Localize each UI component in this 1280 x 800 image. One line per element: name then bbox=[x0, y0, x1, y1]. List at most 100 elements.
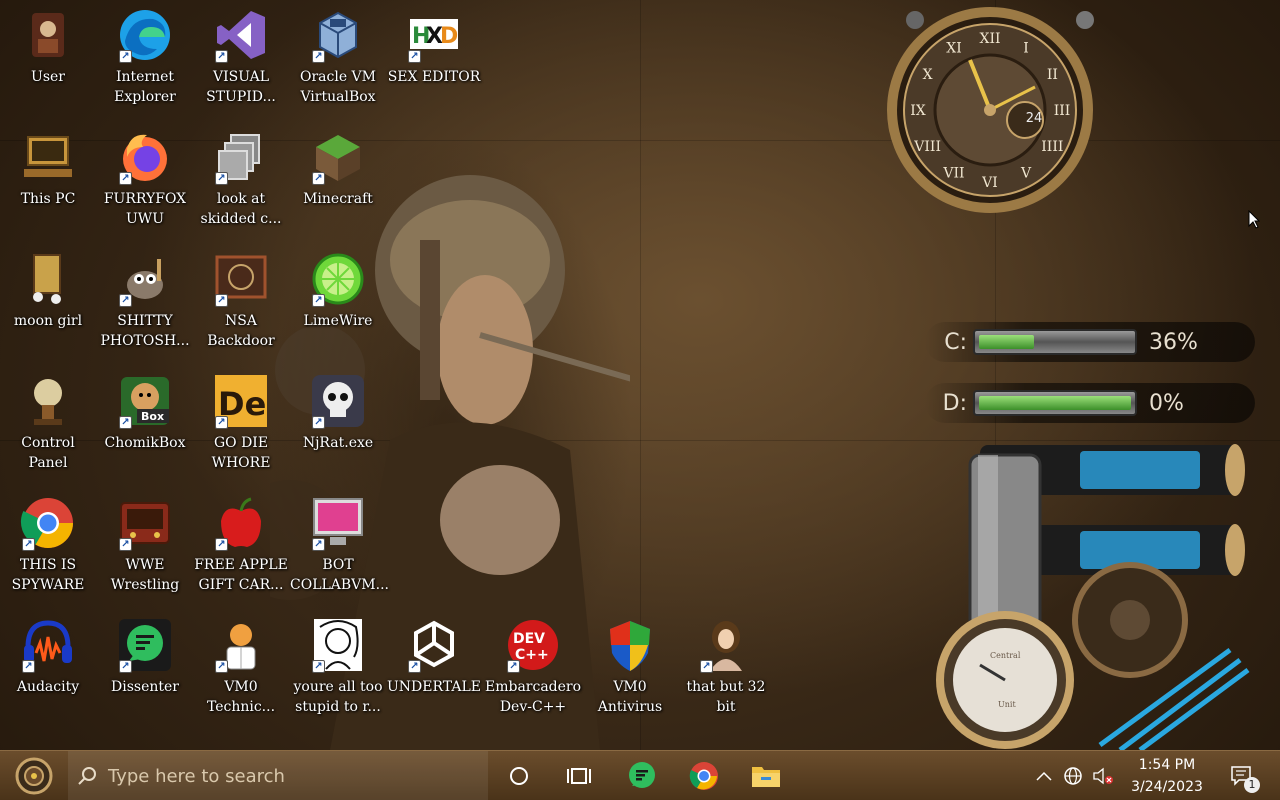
svg-text:D: D bbox=[440, 24, 458, 49]
shortcut-arrow-icon: ↗ bbox=[215, 294, 228, 307]
desktop-icon-lady-portrait[interactable]: ↗ that but 32 bit bbox=[678, 615, 774, 717]
desktop-icon-grass-block[interactable]: ↗ Minecraft bbox=[290, 127, 386, 209]
desktop-icon-portrait-sketch[interactable]: ↗ youre all too stupid to r... bbox=[290, 615, 386, 717]
desktop-icon-image bbox=[18, 5, 78, 65]
drive-usage-fill bbox=[979, 396, 1131, 410]
desktop-icon-image: ↗ bbox=[18, 493, 78, 553]
shortcut-arrow-icon: ↗ bbox=[507, 660, 520, 673]
desktop-icon-label: UNDERTALE bbox=[387, 679, 481, 695]
desktop-icon-label: SHITTY PHOTOSH... bbox=[100, 313, 190, 349]
desktop-icon-label: that but 32 bit bbox=[686, 679, 766, 715]
shortcut-arrow-icon: ↗ bbox=[119, 660, 132, 673]
clock-face: XIIIIIIIIIIIIVVIVIIVIIIIXXXI bbox=[887, 7, 1094, 213]
desktop-icon-visual-studio[interactable]: ↗ VISUAL STUPID... bbox=[193, 5, 289, 107]
drive-usage-bar bbox=[973, 390, 1137, 416]
desktop-icon-label: Audacity bbox=[16, 679, 80, 695]
desktop-icon-label: WWE Wrestling bbox=[110, 557, 180, 593]
shortcut-arrow-icon: ↗ bbox=[119, 294, 132, 307]
desktop-icon-label: Oracle VM VirtualBox bbox=[299, 69, 376, 105]
desktop-icon-gimp[interactable]: ↗ SHITTY PHOTOSH... bbox=[97, 249, 193, 351]
desktop-icon-label: ChomikBox bbox=[104, 435, 186, 451]
shortcut-arrow-icon: ↗ bbox=[119, 50, 132, 63]
network-button[interactable] bbox=[1058, 751, 1088, 800]
taskbar-clock[interactable]: 1:54 PM 3/24/2023 bbox=[1120, 755, 1214, 799]
shortcut-arrow-icon: ↗ bbox=[22, 660, 35, 673]
clock-numeral: V bbox=[1020, 165, 1032, 181]
steampunk-gauge-widget[interactable] bbox=[930, 435, 1250, 750]
desktop-icon-unity[interactable]: ↗ UNDERTALE bbox=[386, 615, 482, 697]
desktop-icon-monitor[interactable]: ↗ BOT COLLABVM... bbox=[290, 493, 389, 595]
desktop-icon-image: Box ↗ bbox=[115, 371, 175, 431]
desktop-icon-audacity[interactable]: ↗ Audacity bbox=[0, 615, 96, 697]
desktop-icon-image: DEV C++ ↗ bbox=[503, 615, 563, 675]
taskbar-dissenter-button[interactable] bbox=[612, 751, 672, 800]
desktop-icon-virtualbox[interactable]: ↗ Oracle VM VirtualBox bbox=[290, 5, 386, 107]
drive-letter: C: bbox=[944, 329, 967, 355]
svg-text:C++: C++ bbox=[515, 647, 549, 663]
taskbar-chrome-button[interactable] bbox=[674, 751, 734, 800]
desktop-icon-label: BOT COLLABVM... bbox=[290, 557, 389, 593]
lamp-icon bbox=[34, 379, 62, 425]
desktop-icon-chrome[interactable]: ↗ THIS IS SPYWARE bbox=[0, 493, 96, 595]
action-center-button[interactable]: 1 bbox=[1220, 751, 1264, 800]
desktop-icon-label: GO DIE WHORE bbox=[211, 435, 271, 471]
desktop-icon-image: ↗ bbox=[211, 249, 271, 309]
desktop-icon-label: VM0 Antivirus bbox=[597, 679, 663, 715]
desktop-icon-label: youre all too stupid to r... bbox=[293, 679, 383, 715]
show-hidden-icons-button[interactable] bbox=[1030, 751, 1058, 800]
shortcut-arrow-icon: ↗ bbox=[700, 660, 713, 673]
cortana-button[interactable] bbox=[489, 751, 549, 800]
notification-count-badge: 1 bbox=[1244, 777, 1260, 793]
desktop-icon-label: This PC bbox=[20, 191, 76, 207]
volume-button[interactable] bbox=[1088, 751, 1118, 800]
drive-meter-d[interactable]: D: 0% bbox=[925, 383, 1255, 423]
globe-icon bbox=[1064, 767, 1082, 785]
desktop-icon-windows-shield[interactable]: VM0 Antivirus bbox=[582, 615, 678, 717]
cortana-circle-icon bbox=[510, 767, 528, 785]
computer-icon bbox=[24, 136, 72, 177]
clock-numeral: VII bbox=[942, 165, 964, 181]
taskbar-search-box[interactable]: Type here to search bbox=[68, 751, 488, 800]
desktop-icon-limewire[interactable]: ↗ LimeWire bbox=[290, 249, 386, 331]
desktop-icon-image: ↗ bbox=[308, 5, 368, 65]
gauge-unit-label: Unit bbox=[998, 700, 1016, 709]
desktop-icon-skull[interactable]: ↗ NjRat.exe bbox=[290, 371, 386, 453]
desktop-icon-apple[interactable]: ↗ FREE APPLE GIFT CAR... bbox=[193, 493, 289, 595]
desktop-icon-steampunk-frame[interactable]: ↗ NSA Backdoor bbox=[193, 249, 289, 351]
desktop-icon-lamp[interactable]: Control Panel bbox=[0, 371, 96, 473]
desktop-icon-label: Embarcadero Dev-C++ bbox=[485, 679, 582, 715]
desktop-icon-hex-editor[interactable]: H X D ↗ SEX EDITOR bbox=[386, 5, 482, 87]
task-view-icon bbox=[567, 768, 591, 784]
desktop-icon-firefox[interactable]: ↗ FURRYFOX UWU bbox=[97, 127, 193, 229]
desktop-icon-de-badge[interactable]: De ↗ GO DIE WHORE bbox=[193, 371, 289, 473]
clock-numeral: III bbox=[1054, 103, 1071, 119]
desktop-icon-edge-browser[interactable]: ↗ Internet Explorer bbox=[97, 5, 193, 107]
shortcut-arrow-icon: ↗ bbox=[215, 660, 228, 673]
desktop-icon-copy-windows[interactable]: ↗ look at skidded c... bbox=[193, 127, 289, 229]
drive-meter-c[interactable]: C: 36% bbox=[925, 322, 1255, 362]
speaker-muted-icon bbox=[1093, 767, 1113, 785]
start-button[interactable] bbox=[0, 751, 68, 800]
desktop-icon-moon-girl[interactable]: moon girl bbox=[0, 249, 96, 331]
shortcut-arrow-icon: ↗ bbox=[312, 538, 325, 551]
desktop-icon-computer[interactable]: This PC bbox=[0, 127, 96, 209]
task-view-button[interactable] bbox=[549, 751, 609, 800]
taskbar-file-explorer-button[interactable] bbox=[736, 751, 796, 800]
desktop-icon-devcpp[interactable]: DEV C++ ↗ Embarcadero Dev-C++ bbox=[485, 615, 581, 717]
desktop-icon-label: moon girl bbox=[13, 313, 83, 329]
desktop-icon-label: User bbox=[31, 69, 65, 85]
desktop-icon-image: ↗ bbox=[18, 615, 78, 675]
chevron-up-icon bbox=[1036, 771, 1052, 781]
shortcut-arrow-icon: ↗ bbox=[215, 538, 228, 551]
shortcut-arrow-icon: ↗ bbox=[119, 416, 132, 429]
clock-widget[interactable]: XII I II III IIII V VI VII VIII IX X XI 24 bbox=[885, 5, 1095, 215]
desktop-icon-user-folder[interactable]: User bbox=[0, 5, 96, 87]
desktop-icon-chat-bubble[interactable]: ↗ Dissenter bbox=[97, 615, 193, 697]
desktop-icon-hamster-box[interactable]: Box ↗ ChomikBox bbox=[97, 371, 193, 453]
gauge-brand-label: Central bbox=[990, 651, 1021, 660]
desktop-icon-doctor[interactable]: ↗ VM0 Technic... bbox=[193, 615, 289, 717]
desktop-icon-radio[interactable]: ↗ WWE Wrestling bbox=[97, 493, 193, 595]
shortcut-arrow-icon: ↗ bbox=[312, 172, 325, 185]
desktop-icon-image: ↗ bbox=[115, 249, 175, 309]
taskbar-time: 1:54 PM bbox=[1138, 757, 1196, 773]
